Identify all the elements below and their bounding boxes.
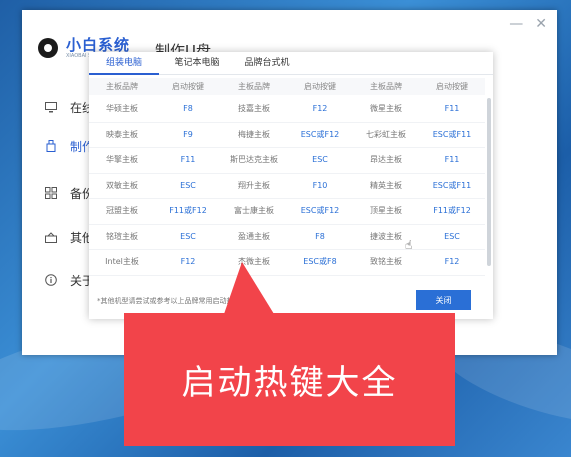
table-cell: F10 [312, 180, 328, 190]
table-cell: F12 [180, 257, 196, 267]
table-cell: 华擎主板 [106, 155, 138, 165]
table-cell: 盈通主板 [238, 231, 270, 241]
table-cell: Intel主板 [105, 257, 139, 267]
table-cell: 映泰主板 [106, 129, 138, 139]
monitor-icon [44, 101, 58, 113]
table-cell: ESC [180, 180, 196, 190]
table-cell: ESC [312, 155, 328, 165]
table-cell: 富士康主板 [234, 206, 274, 216]
tab-brand-desktop[interactable]: 品牌台式机 [231, 52, 303, 74]
tab-bar: 组装电脑 笔记本电脑 品牌台式机 [89, 52, 493, 75]
column-header: 启动按键 [172, 82, 204, 91]
table-cell: 七彩虹主板 [366, 129, 406, 139]
table-row: 冠盟主板 F11或F12 富士康主板 ESC或F12 顶星主板 F11或F12 [89, 198, 485, 225]
tab-assembled-pc[interactable]: 组装电脑 [89, 52, 159, 75]
table-cell: 华硕主板 [106, 104, 138, 114]
callout-text: 启动热键大全 [181, 363, 398, 403]
table-cell: ESC [444, 231, 460, 241]
table-cell: F8 [315, 231, 325, 241]
footer-note: *其他机型请尝试或参考以上品牌常用启动热键 [97, 297, 241, 305]
table-row: 华硕主板 F8 技嘉主板 F12 微星主板 F11 [89, 96, 485, 123]
column-header: 主板品牌 [238, 82, 270, 91]
minimize-icon[interactable]: — [509, 16, 523, 32]
boot-key-dialog: 组装电脑 笔记本电脑 品牌台式机 主板品牌 启动按键 主板品牌 启动按键 主板品… [89, 52, 493, 319]
callout-banner: 启动热键大全 [124, 313, 455, 446]
column-header: 启动按键 [436, 82, 468, 91]
logo-icon [38, 38, 58, 58]
table-row: 铭瑄主板 ESC 盈通主板 F8 捷波主板 ESC [89, 224, 485, 250]
table-cell: 梅捷主板 [238, 129, 270, 139]
table-cell: 精英主板 [370, 180, 402, 190]
table-cell: ESC或F11 [432, 180, 472, 190]
table-cell: ESC或F12 [300, 129, 340, 139]
column-header: 主板品牌 [106, 82, 138, 91]
window-controls: — ✕ [509, 16, 547, 32]
table-cell: F9 [183, 129, 193, 139]
close-button[interactable]: 关闭 [416, 290, 471, 310]
table-cell: ESC或F12 [300, 206, 340, 216]
usb-icon [44, 140, 58, 152]
table-cell: F11或F12 [169, 206, 207, 216]
table-cell: F8 [183, 104, 193, 114]
table-row: Intel主板 F12 杰微主板 ESC或F8 致铭主板 F12 [89, 249, 485, 276]
lock-icon [44, 231, 58, 243]
table-cell: F11或F12 [433, 206, 471, 216]
table-row: 双敏主板 ESC 翔升主板 F10 精英主板 ESC或F11 [89, 173, 485, 199]
scrollbar[interactable] [487, 98, 491, 266]
table-cell: F12 [312, 104, 328, 114]
table-cell: F11 [180, 155, 196, 165]
table-cell: 翔升主板 [238, 180, 270, 190]
table-cell: 昂达主板 [370, 155, 402, 165]
table-row: 映泰主板 F9 梅捷主板 ESC或F12 七彩虹主板 ESC或F11 [89, 122, 485, 148]
table-cell: 顶星主板 [370, 206, 402, 216]
close-icon[interactable]: ✕ [535, 16, 547, 32]
table-cell: 致铭主板 [370, 257, 402, 267]
table-cell: ESC [180, 231, 196, 241]
table-cell: 斯巴达克主板 [230, 155, 278, 165]
table-cell: F12 [444, 257, 460, 267]
table-cell: 技嘉主板 [238, 104, 270, 114]
table-cell: 冠盟主板 [106, 206, 138, 216]
callout-pointer [224, 262, 274, 314]
column-header: 主板品牌 [370, 82, 402, 91]
tab-laptop[interactable]: 笔记本电脑 [161, 52, 233, 74]
table-cell: F11 [444, 155, 460, 165]
table-cell: 铭瑄主板 [106, 231, 138, 241]
table-cell: F11 [444, 104, 460, 114]
table-cell: ESC或F8 [303, 257, 337, 267]
table-cell: 双敏主板 [106, 180, 138, 190]
info-icon [44, 274, 58, 286]
table-row: 华擎主板 F11 斯巴达克主板 ESC 昂达主板 F11 [89, 147, 485, 174]
column-header: 启动按键 [304, 82, 336, 91]
table-cell: 微星主板 [370, 104, 402, 114]
grid-icon [44, 187, 58, 199]
table-header: 主板品牌 启动按键 主板品牌 启动按键 主板品牌 启动按键 [89, 78, 485, 95]
table-cell: ESC或F11 [432, 129, 472, 139]
hand-cursor-icon: ☝ [405, 238, 413, 252]
